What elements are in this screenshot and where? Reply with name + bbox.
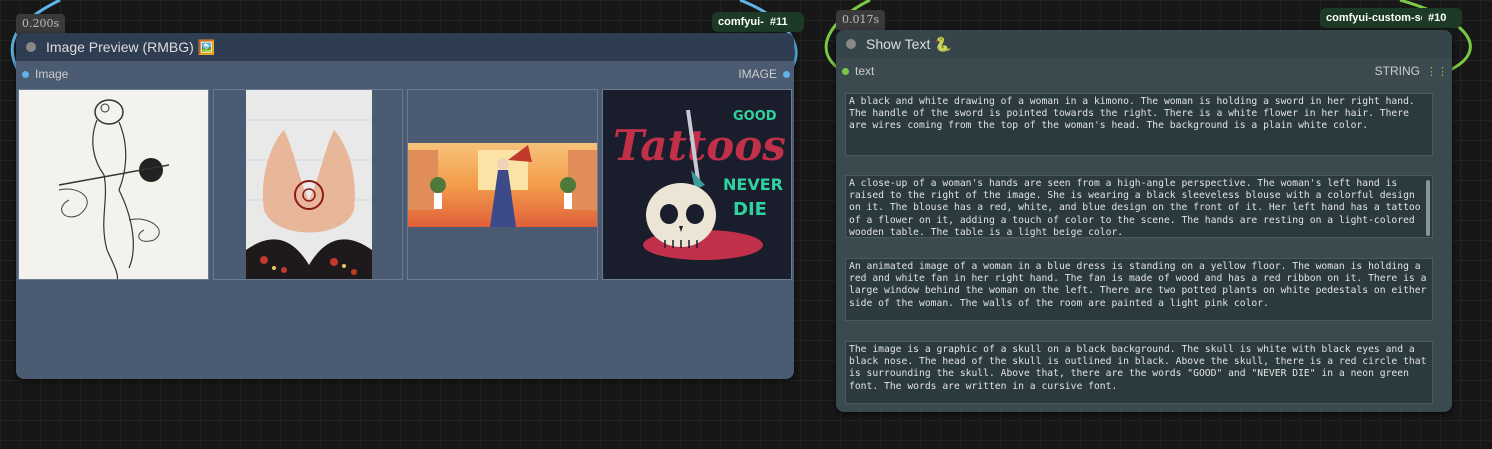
text-output-2[interactable]: A close-up of a woman's hands are seen f…: [845, 175, 1433, 238]
input-label: Image: [35, 67, 69, 81]
input-slot-text[interactable]: [842, 67, 849, 75]
scrollbar[interactable]: [1426, 180, 1430, 236]
pack-badge: comfyui- #11: [712, 12, 804, 32]
collapse-toggle[interactable]: [26, 42, 36, 52]
node-title: Image Preview (RMBG) 🖼️: [46, 38, 216, 55]
input-slot-image[interactable]: [22, 70, 29, 78]
thumbnail-anime-dancer[interactable]: [407, 89, 598, 280]
node-timing: 0.017s: [836, 10, 886, 30]
output-label: IMAGE: [738, 67, 777, 81]
text-content: A close-up of a woman's hands are seen f…: [849, 178, 1421, 238]
node-id: #11: [769, 16, 788, 28]
text-output-1[interactable]: A black and white drawing of a woman in …: [845, 93, 1433, 156]
kimono-drawing-image: [19, 90, 208, 279]
input-label: text: [855, 64, 875, 78]
node-header[interactable]: Image Preview (RMBG) 🖼️: [16, 33, 794, 61]
grid-icon[interactable]: ⋮⋮: [1426, 65, 1448, 78]
thumbnail-kimono-drawing[interactable]: [18, 89, 209, 280]
tattoo-text-die: DIE: [733, 199, 767, 220]
collapse-toggle[interactable]: [846, 39, 856, 49]
node-title: Show Text 🐍: [866, 35, 952, 52]
output-slot-image[interactable]: [783, 70, 790, 78]
thumbnail-tattoo-skull[interactable]: GOOD Tattoos NEVER DIE: [601, 89, 792, 280]
anime-dancer-image: [408, 90, 597, 279]
slot-row: Image IMAGE: [16, 61, 794, 87]
henna-hands-image: [213, 90, 403, 279]
pack-name: comfyui-: [718, 16, 764, 28]
text-output-3[interactable]: An animated image of a woman in a blue d…: [845, 258, 1433, 321]
node-header[interactable]: Show Text 🐍: [836, 30, 1452, 58]
tattoo-text-never: NEVER: [723, 175, 783, 194]
show-text-node[interactable]: Show Text 🐍 text STRING ⋮⋮ A black and w…: [836, 30, 1452, 412]
thumbnail-henna-hands[interactable]: [212, 89, 403, 280]
slot-row: text STRING ⋮⋮: [836, 58, 1452, 84]
text-output-4[interactable]: The image is a graphic of a skull on a b…: [845, 341, 1433, 404]
image-preview-node[interactable]: Image Preview (RMBG) 🖼️ Image IMAGE GOOD…: [16, 33, 794, 379]
node-id: #10: [1428, 12, 1447, 24]
pack-name: comfyui-custom-sc: [1326, 12, 1422, 24]
output-label: STRING: [1374, 64, 1420, 78]
image-thumbnails: GOOD Tattoos NEVER DIE: [18, 89, 792, 280]
pack-badge: comfyui-custom-sc #10: [1320, 8, 1462, 28]
node-timing: 0.200s: [16, 14, 66, 34]
tattoo-skull-image: GOOD Tattoos NEVER DIE: [602, 90, 792, 279]
tattoo-text-tattoos: Tattoos: [613, 121, 786, 170]
